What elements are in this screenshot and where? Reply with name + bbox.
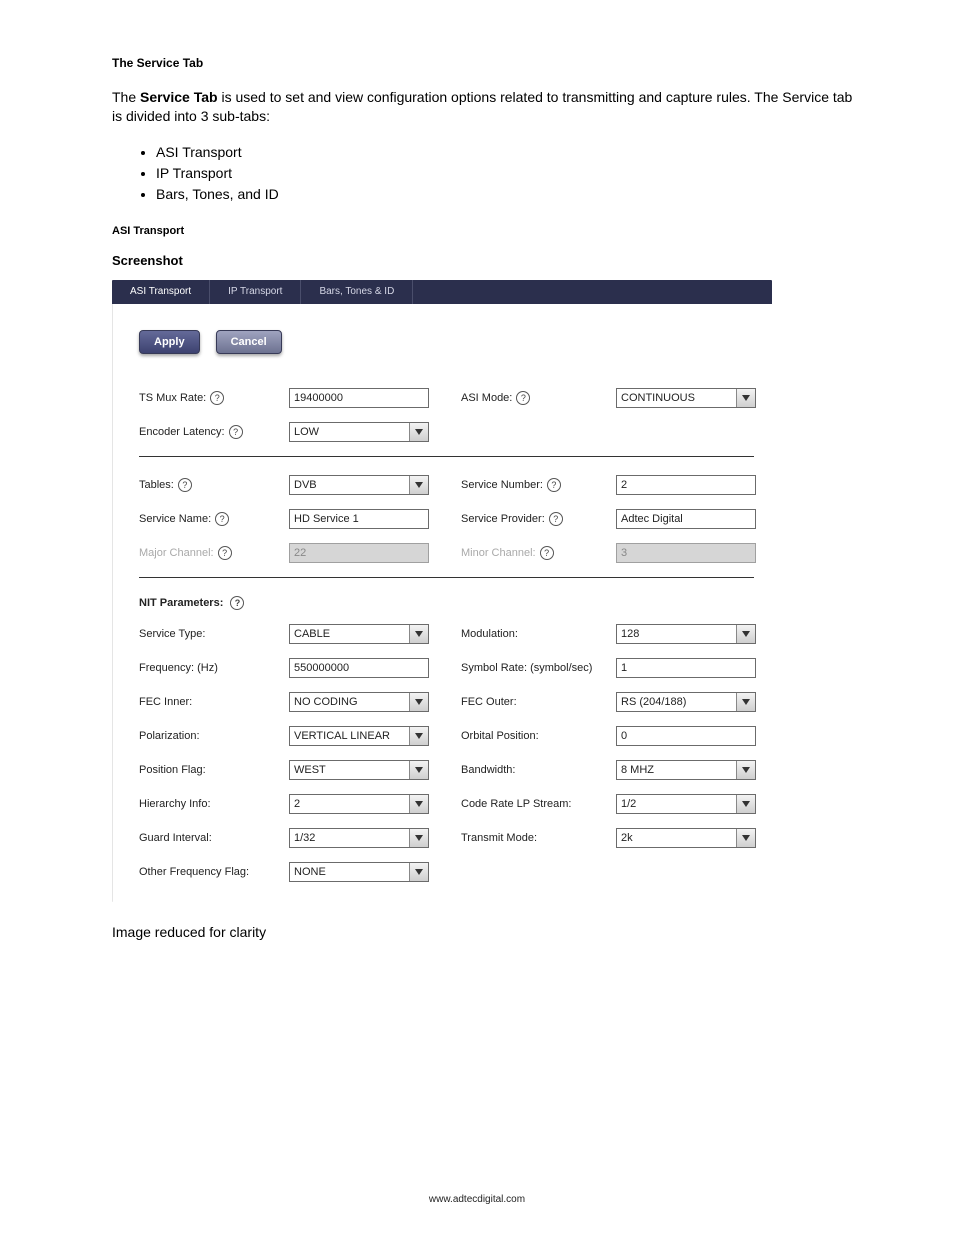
code-rate-lp-label: Code Rate LP Stream: <box>461 798 616 810</box>
fec-inner-label: FEC Inner: <box>139 696 289 708</box>
intro-paragraph: The Service Tab is used to set and view … <box>112 88 854 126</box>
list-item: ASI Transport <box>156 142 854 163</box>
service-provider-label: Service Provider:? <box>461 512 616 526</box>
subsection-heading: ASI Transport <box>112 225 854 237</box>
chevron-down-icon <box>736 829 755 847</box>
screenshot-panel: ASI Transport IP Transport Bars, Tones &… <box>112 280 772 902</box>
fec-inner-select[interactable]: NO CODING <box>289 692 429 712</box>
chevron-down-icon <box>736 761 755 779</box>
guard-interval-label: Guard Interval: <box>139 832 289 844</box>
chevron-down-icon <box>409 423 428 441</box>
chevron-down-icon <box>736 795 755 813</box>
other-frequency-flag-select[interactable]: NONE <box>289 862 429 882</box>
screenshot-heading: Screenshot <box>112 253 854 268</box>
fec-outer-select[interactable]: RS (204/188) <box>616 692 756 712</box>
minor-channel-input: 3 <box>616 543 756 563</box>
help-icon[interactable]: ? <box>178 478 192 492</box>
encoder-latency-label: Encoder Latency:? <box>139 425 289 439</box>
help-icon[interactable]: ? <box>230 596 244 610</box>
help-icon[interactable]: ? <box>218 546 232 560</box>
ts-mux-rate-input[interactable]: 19400000 <box>289 388 429 408</box>
bandwidth-label: Bandwidth: <box>461 764 616 776</box>
chevron-down-icon <box>409 761 428 779</box>
guard-interval-select[interactable]: 1/32 <box>289 828 429 848</box>
page-footer: www.adtecdigital.com <box>0 1194 954 1205</box>
intro-pre: The <box>112 89 140 105</box>
chevron-down-icon <box>409 829 428 847</box>
position-flag-label: Position Flag: <box>139 764 289 776</box>
service-type-select[interactable]: CABLE <box>289 624 429 644</box>
help-icon[interactable]: ? <box>229 425 243 439</box>
service-provider-input[interactable]: Adtec Digital <box>616 509 756 529</box>
symbol-rate-input[interactable]: 1 <box>616 658 756 678</box>
tab-bar: ASI Transport IP Transport Bars, Tones &… <box>112 280 772 304</box>
help-icon[interactable]: ? <box>516 391 530 405</box>
service-number-input[interactable]: 2 <box>616 475 756 495</box>
intro-bold: Service Tab <box>140 89 218 105</box>
frequency-input[interactable]: 550000000 <box>289 658 429 678</box>
transmit-mode-select[interactable]: 2k <box>616 828 756 848</box>
help-icon[interactable]: ? <box>549 512 563 526</box>
encoder-latency-select[interactable]: LOW <box>289 422 429 442</box>
asi-transport-panel: Apply Cancel TS Mux Rate:? 19400000 ASI … <box>112 304 772 902</box>
chevron-down-icon <box>409 476 428 494</box>
major-channel-input: 22 <box>289 543 429 563</box>
tab-asi-transport[interactable]: ASI Transport <box>112 280 210 304</box>
polarization-label: Polarization: <box>139 730 289 742</box>
chevron-down-icon <box>409 863 428 881</box>
tab-ip-transport[interactable]: IP Transport <box>210 280 301 304</box>
asi-mode-select[interactable]: CONTINUOUS <box>616 388 756 408</box>
asi-mode-label: ASI Mode:? <box>461 391 616 405</box>
list-item: IP Transport <box>156 163 854 184</box>
modulation-label: Modulation: <box>461 628 616 640</box>
major-channel-label: Major Channel:? <box>139 546 289 560</box>
position-flag-select[interactable]: WEST <box>289 760 429 780</box>
service-type-label: Service Type: <box>139 628 289 640</box>
help-icon[interactable]: ? <box>210 391 224 405</box>
transmit-mode-label: Transmit Mode: <box>461 832 616 844</box>
service-name-label: Service Name:? <box>139 512 289 526</box>
list-item: Bars, Tones, and ID <box>156 184 854 205</box>
minor-channel-label: Minor Channel:? <box>461 546 616 560</box>
symbol-rate-label: Symbol Rate: (symbol/sec) <box>461 662 616 674</box>
hierarchy-info-label: Hierarchy Info: <box>139 798 289 810</box>
image-caption: Image reduced for clarity <box>112 924 854 940</box>
help-icon[interactable]: ? <box>215 512 229 526</box>
section-heading: The Service Tab <box>112 56 854 70</box>
orbital-position-input[interactable]: 0 <box>616 726 756 746</box>
tables-select[interactable]: DVB <box>289 475 429 495</box>
chevron-down-icon <box>736 693 755 711</box>
tables-label: Tables:? <box>139 478 289 492</box>
ts-mux-rate-label: TS Mux Rate:? <box>139 391 289 405</box>
help-icon[interactable]: ? <box>540 546 554 560</box>
fec-outer-label: FEC Outer: <box>461 696 616 708</box>
bandwidth-select[interactable]: 8 MHZ <box>616 760 756 780</box>
modulation-select[interactable]: 128 <box>616 624 756 644</box>
chevron-down-icon <box>409 727 428 745</box>
service-name-input[interactable]: HD Service 1 <box>289 509 429 529</box>
service-number-label: Service Number:? <box>461 478 616 492</box>
chevron-down-icon <box>409 625 428 643</box>
polarization-select[interactable]: VERTICAL LINEAR <box>289 726 429 746</box>
orbital-position-label: Orbital Position: <box>461 730 616 742</box>
nit-parameters-heading: NIT Parameters: ? <box>139 596 754 610</box>
hierarchy-info-select[interactable]: 2 <box>289 794 429 814</box>
chevron-down-icon <box>736 625 755 643</box>
chevron-down-icon <box>736 389 755 407</box>
other-frequency-flag-label: Other Frequency Flag: <box>139 866 289 878</box>
code-rate-lp-select[interactable]: 1/2 <box>616 794 756 814</box>
cancel-button[interactable]: Cancel <box>216 330 282 354</box>
subtab-list: ASI Transport IP Transport Bars, Tones, … <box>156 142 854 205</box>
chevron-down-icon <box>409 693 428 711</box>
tab-bars-tones-id[interactable]: Bars, Tones & ID <box>301 280 413 304</box>
help-icon[interactable]: ? <box>547 478 561 492</box>
chevron-down-icon <box>409 795 428 813</box>
apply-button[interactable]: Apply <box>139 330 200 354</box>
frequency-label: Frequency: (Hz) <box>139 662 289 674</box>
intro-post: is used to set and view configuration op… <box>112 89 852 124</box>
